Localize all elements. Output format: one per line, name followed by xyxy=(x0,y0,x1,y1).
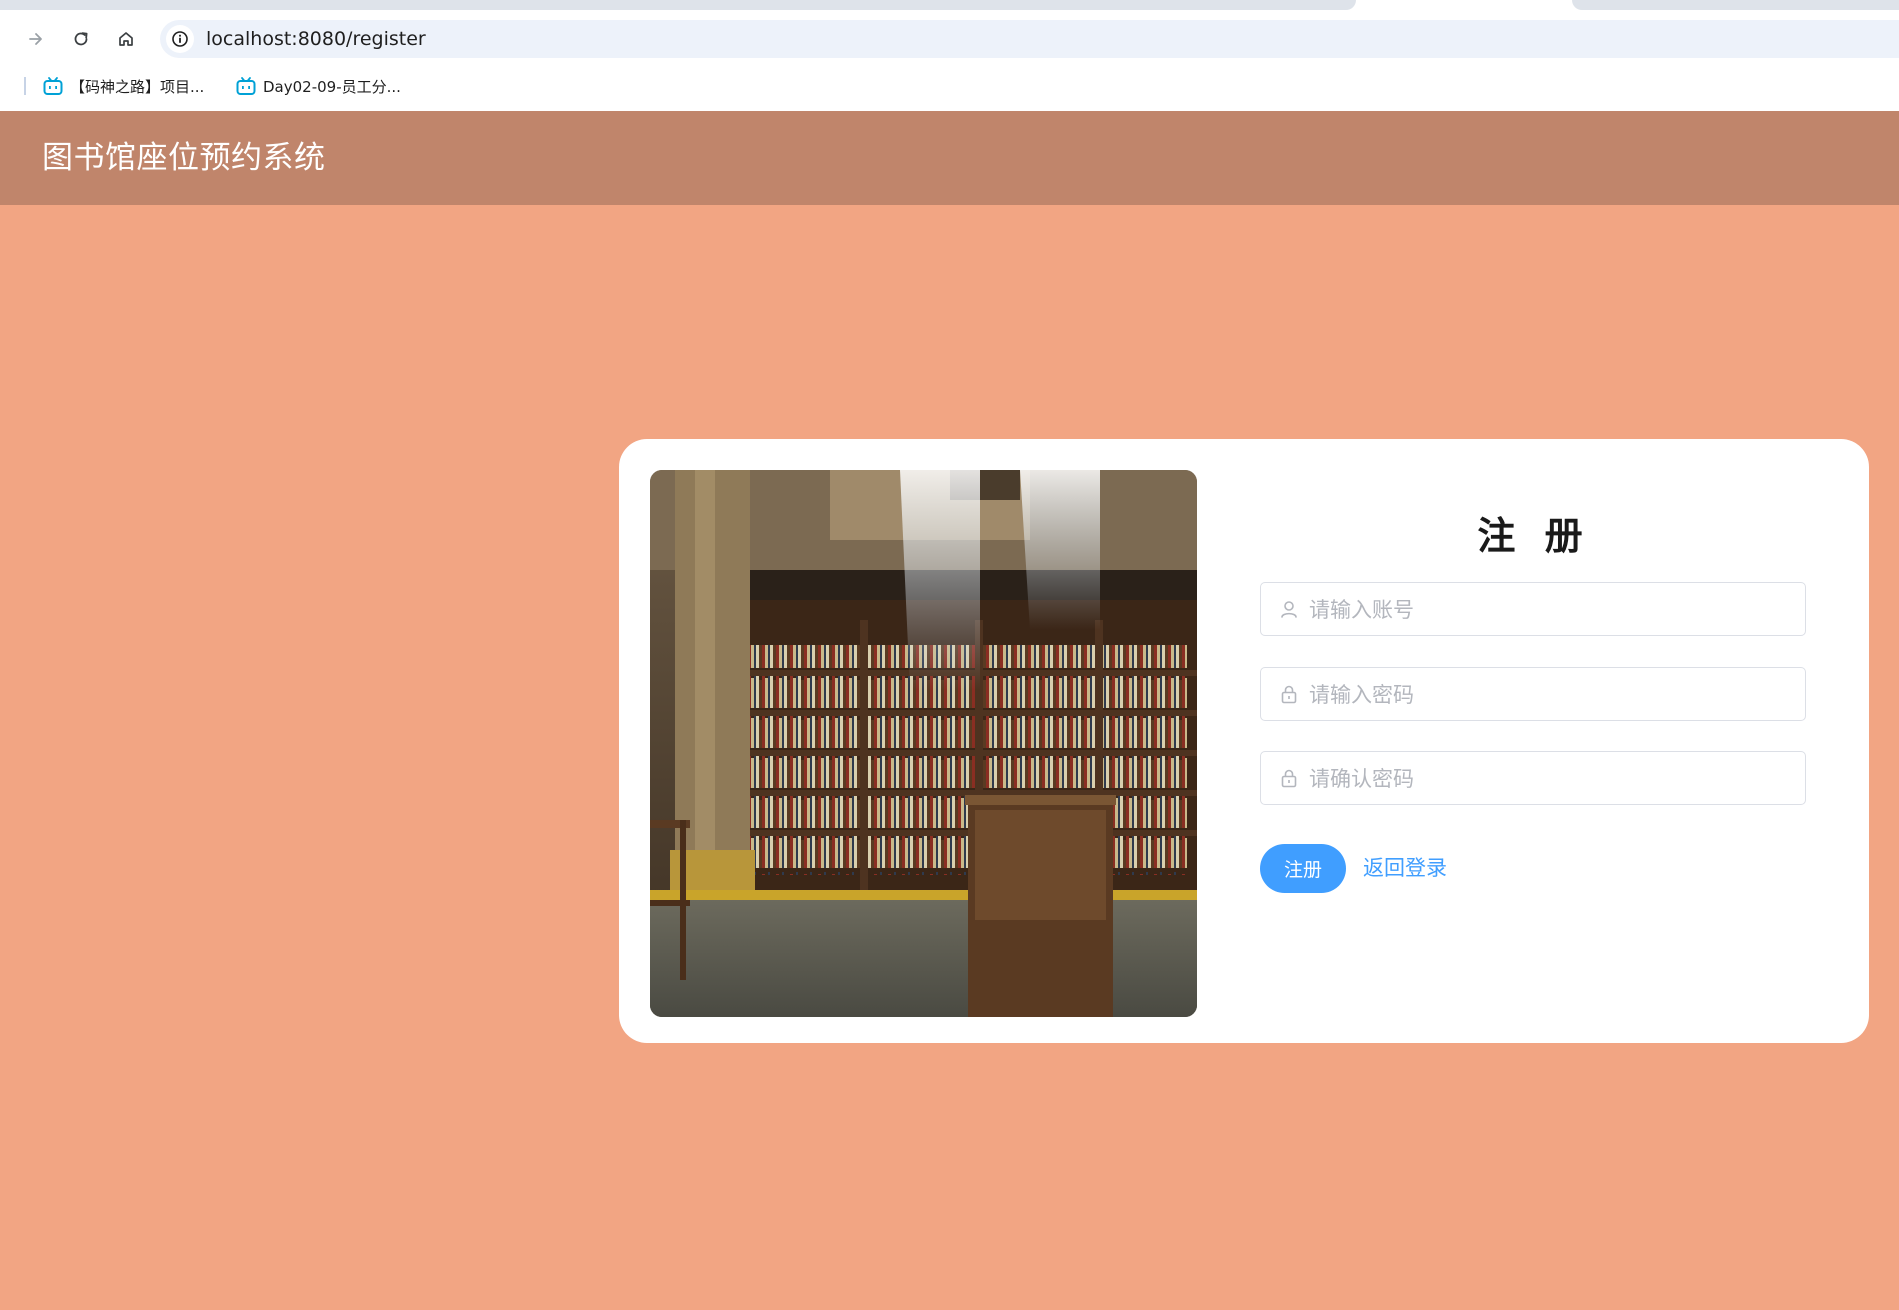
reload-icon xyxy=(74,32,88,46)
home-button[interactable] xyxy=(108,18,144,60)
username-field[interactable] xyxy=(1260,582,1806,637)
bookmark-item-1[interactable]: 【码神之路】项目... xyxy=(42,72,204,100)
reload-button[interactable] xyxy=(63,18,99,60)
inactive-tab-right[interactable] xyxy=(1572,0,1899,10)
back-to-login-link[interactable]: 返回登录 xyxy=(1363,844,1447,893)
lock-icon xyxy=(1281,685,1297,704)
apps-grid-icon[interactable] xyxy=(0,76,6,94)
site-info-button[interactable] xyxy=(166,25,194,53)
register-card: 注 册 注册 返回登录 xyxy=(619,439,1869,1043)
confirm-password-input[interactable] xyxy=(1307,752,1791,806)
bookmark-label: 【码神之路】项目... xyxy=(70,77,205,96)
bilibili-icon xyxy=(236,77,256,95)
username-input[interactable] xyxy=(1307,583,1791,637)
app-header: 图书馆座位预约系统 xyxy=(0,111,1899,205)
inactive-tab-left[interactable] xyxy=(0,0,1356,10)
register-button[interactable]: 注册 xyxy=(1260,844,1346,893)
url-text[interactable]: localhost:8080/register xyxy=(206,20,426,58)
password-field[interactable] xyxy=(1260,667,1806,722)
navigation-bar: localhost:8080/register xyxy=(0,18,1899,60)
password-input[interactable] xyxy=(1307,668,1791,722)
bookmarks-separator xyxy=(24,77,26,95)
home-icon xyxy=(119,32,133,46)
bookmarks-bar: 【码神之路】项目... Day02-09-员工分... xyxy=(0,68,1899,104)
register-form: 注 册 注册 返回登录 xyxy=(1260,439,1808,1043)
confirm-password-field[interactable] xyxy=(1260,751,1806,806)
form-title: 注 册 xyxy=(1477,514,1591,558)
app-title: 图书馆座位预约系统 xyxy=(42,140,326,176)
address-bar[interactable]: localhost:8080/register xyxy=(160,20,1899,58)
arrow-right-icon xyxy=(29,33,42,45)
tab-strip xyxy=(0,0,1899,18)
lock-icon xyxy=(1281,769,1297,788)
bookmark-label: Day02-09-员工分... xyxy=(263,77,401,96)
forward-button[interactable] xyxy=(18,18,54,60)
bookmark-item-2[interactable]: Day02-09-员工分... xyxy=(235,72,401,100)
bilibili-icon xyxy=(43,77,63,95)
library-photo xyxy=(650,470,1197,1017)
user-icon xyxy=(1281,601,1297,618)
info-icon xyxy=(172,31,188,47)
library-illustration xyxy=(650,470,1197,1017)
browser-chrome: localhost:8080/register 【码神之路】项目... Day0… xyxy=(0,0,1899,111)
